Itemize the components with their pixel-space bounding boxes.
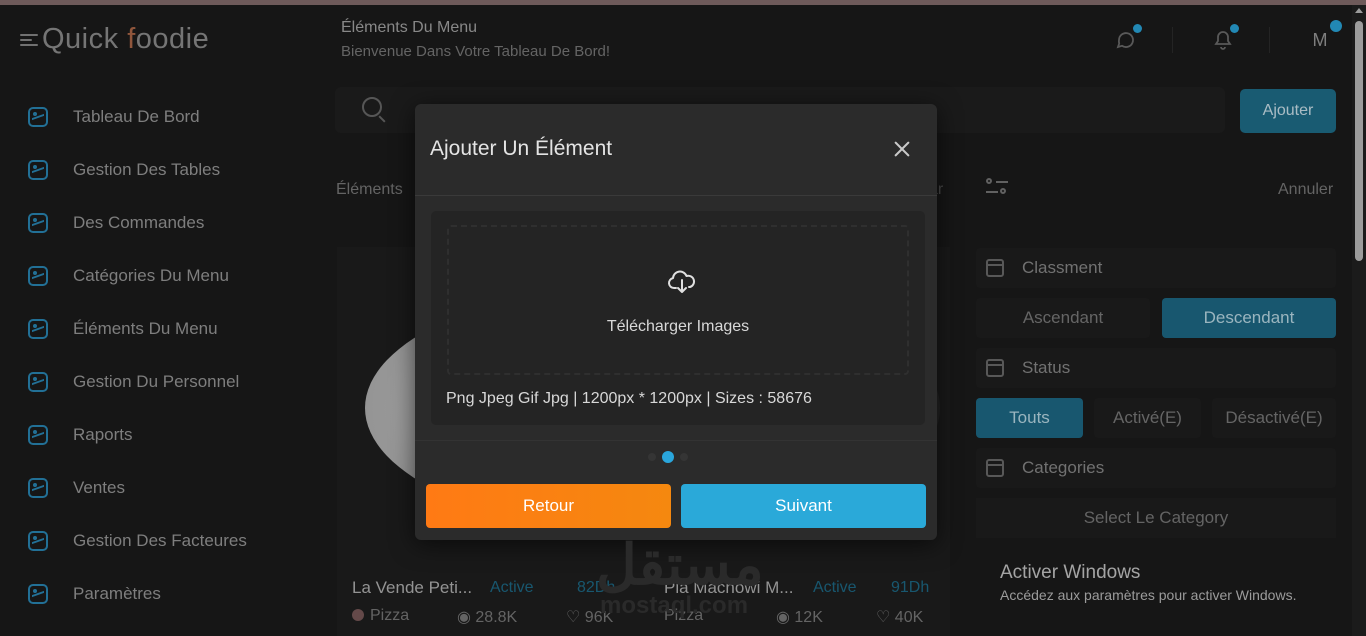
- step-dot[interactable]: [680, 453, 688, 461]
- modal-divider: [415, 440, 937, 441]
- step-dot-active[interactable]: [662, 451, 674, 463]
- dropzone-border: [447, 225, 909, 375]
- back-button[interactable]: Retour: [426, 484, 671, 528]
- watermark-arabic: مستقل: [596, 533, 764, 596]
- scroll-up-arrow[interactable]: [1355, 8, 1363, 13]
- next-button[interactable]: Suivant: [681, 484, 926, 528]
- step-dot[interactable]: [648, 453, 656, 461]
- cloud-upload-icon: [668, 270, 696, 293]
- close-icon[interactable]: [892, 139, 912, 159]
- upload-requirements: Png Jpeg Gif Jpg | 1200px * 1200px | Siz…: [446, 390, 812, 407]
- modal-title: Ajouter Un Élément: [430, 137, 613, 160]
- watermark-latin: mostaql.com: [600, 592, 749, 619]
- scrollbar-thumb[interactable]: [1355, 21, 1363, 261]
- modal-divider: [415, 195, 937, 196]
- upload-label: Télécharger Images: [606, 318, 750, 335]
- add-item-modal: Ajouter Un Élément Télécharger Images Pn…: [415, 104, 937, 540]
- step-indicator: [645, 451, 691, 463]
